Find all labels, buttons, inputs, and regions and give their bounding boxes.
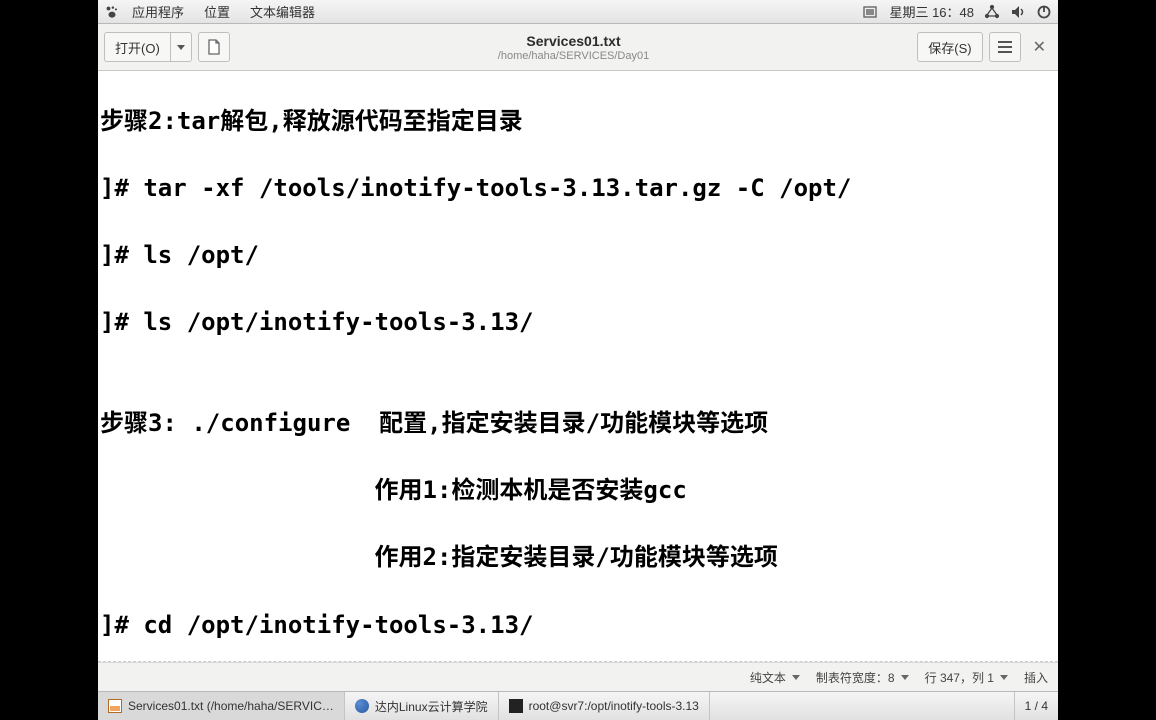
terminal-icon bbox=[509, 699, 523, 713]
task-terminal[interactable]: root@svr7:/opt/inotify-tools-3.13 bbox=[499, 692, 710, 720]
menu-places[interactable]: 位置 bbox=[196, 2, 238, 21]
text-line: 步骤2:tar解包,释放源代码至指定目录 bbox=[100, 105, 1056, 139]
clock[interactable]: 星期三 16：48 bbox=[889, 2, 974, 21]
text-line: ]# ls /opt/ bbox=[100, 239, 1056, 273]
chevron-down-icon bbox=[1000, 675, 1008, 680]
volume-icon[interactable] bbox=[1010, 4, 1026, 20]
network-icon[interactable] bbox=[984, 4, 1000, 20]
menu-button[interactable] bbox=[989, 32, 1021, 62]
gedit-icon bbox=[108, 699, 122, 713]
hamburger-icon bbox=[998, 41, 1012, 53]
open-button[interactable]: 打开(O) bbox=[104, 32, 170, 62]
save-button[interactable]: 保存(S) bbox=[917, 32, 982, 62]
power-icon[interactable] bbox=[1036, 4, 1052, 20]
title-block: Services01.txt /home/haha/SERVICES/Day01 bbox=[230, 33, 917, 62]
chevron-down-icon bbox=[792, 675, 800, 680]
gnome-foot-icon bbox=[104, 4, 120, 20]
task-firefox[interactable]: 达内Linux云计算学院 bbox=[345, 692, 499, 720]
text-line: ]# cd /opt/inotify-tools-3.13/ bbox=[100, 609, 1056, 643]
status-tabwidth[interactable]: 制表符宽度：8 bbox=[816, 669, 909, 686]
editor-toolbar: 打开(O) Services01.txt /home/haha/SERVICES… bbox=[98, 24, 1058, 71]
text-line: ]# ls /opt/inotify-tools-3.13/ bbox=[100, 306, 1056, 340]
taskbar: Services01.txt (/home/haha/SERVIC… 达内Lin… bbox=[98, 691, 1058, 720]
status-insert-mode: 插入 bbox=[1024, 669, 1048, 686]
workspace-switcher[interactable]: 1 / 4 bbox=[1014, 692, 1058, 720]
menu-texteditor[interactable]: 文本编辑器 bbox=[242, 2, 323, 21]
chevron-down-icon bbox=[177, 45, 185, 50]
screen-recorder-icon[interactable] bbox=[863, 4, 879, 20]
title-path: /home/haha/SERVICES/Day01 bbox=[230, 50, 917, 62]
status-filetype[interactable]: 纯文本 bbox=[750, 669, 800, 686]
text-line: 作用1:检测本机是否安装gcc bbox=[100, 474, 1056, 508]
text-line: 步骤3: ./configure 配置,指定安装目录/功能模块等选项 bbox=[100, 407, 1056, 441]
document-icon bbox=[207, 39, 221, 55]
status-position[interactable]: 行 347，列 1 bbox=[925, 669, 1008, 686]
close-button[interactable]: ✕ bbox=[1027, 33, 1052, 61]
new-document-button[interactable] bbox=[198, 32, 230, 62]
status-bar: 纯文本 制表符宽度：8 行 347，列 1 插入 bbox=[98, 662, 1058, 691]
open-dropdown[interactable] bbox=[170, 32, 192, 62]
chevron-down-icon bbox=[901, 675, 909, 680]
menu-applications[interactable]: 应用程序 bbox=[124, 2, 192, 21]
title-filename: Services01.txt bbox=[230, 33, 917, 49]
text-line: 作用2:指定安装目录/功能模块等选项 bbox=[100, 541, 1056, 575]
editor-area[interactable]: 步骤2:tar解包,释放源代码至指定目录 ]# tar -xf /tools/i… bbox=[98, 71, 1058, 662]
firefox-icon bbox=[355, 699, 369, 713]
system-menubar: 应用程序 位置 文本编辑器 星期三 16：48 bbox=[98, 0, 1058, 24]
task-gedit[interactable]: Services01.txt (/home/haha/SERVIC… bbox=[98, 692, 345, 720]
text-line: ]# tar -xf /tools/inotify-tools-3.13.tar… bbox=[100, 172, 1056, 206]
